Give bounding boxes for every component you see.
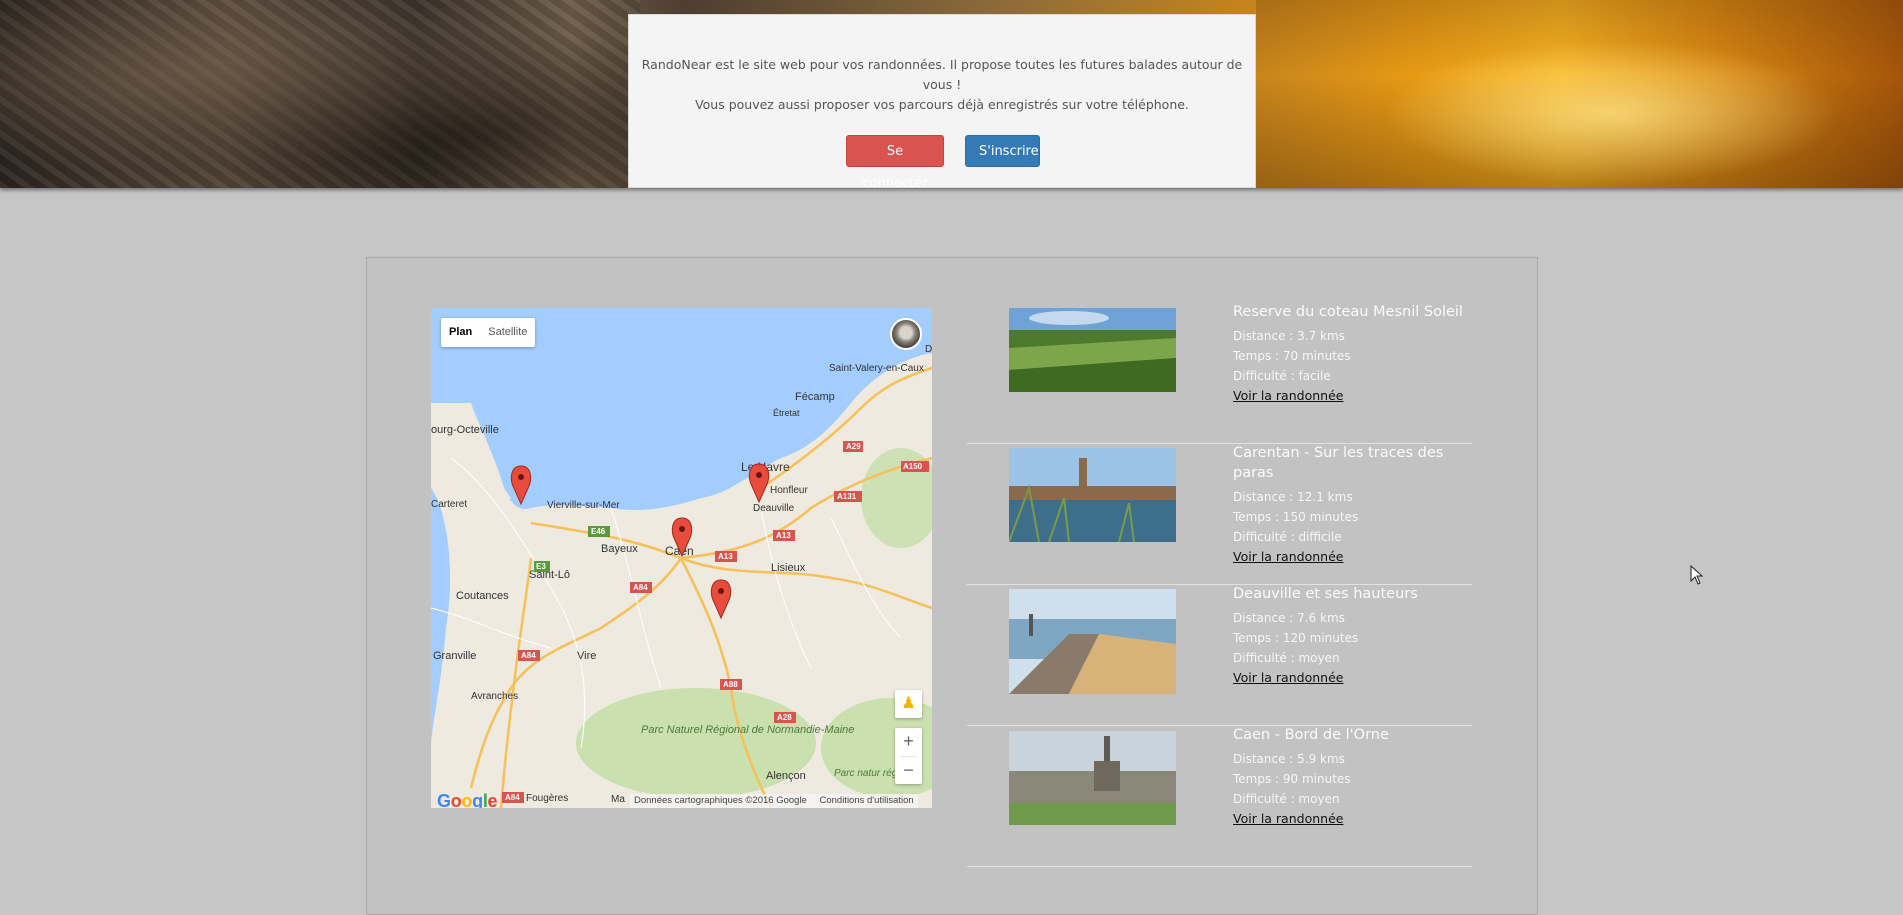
road-shield: A84	[521, 651, 536, 660]
map-label: D	[925, 344, 932, 355]
map-label: ourg-Octeville	[431, 424, 499, 436]
map-data-credit: Données cartographiques ©2016 Google	[634, 795, 807, 806]
hike-photo-image	[1009, 589, 1176, 694]
road-shield: A84	[505, 793, 520, 802]
google-logo[interactable]: Google	[437, 791, 498, 808]
map-label: Étretat	[773, 408, 800, 418]
map-label: Granville	[433, 650, 476, 662]
zoom-out-button[interactable]: −	[895, 757, 922, 785]
hike-time: Temps : 120 minutes	[1233, 631, 1359, 645]
hike-difficulty: Difficulté : facile	[1233, 369, 1331, 383]
list-item: Carentan - Sur les traces des paras Dist…	[967, 443, 1472, 585]
map-label: Coutances	[456, 590, 509, 602]
hike-photo-image	[1009, 308, 1176, 392]
hike-difficulty: Difficulté : moyen	[1233, 792, 1340, 806]
road-shield: A131	[837, 492, 857, 501]
header-banner: RandoNear est le site web pour vos rando…	[0, 0, 1903, 188]
road-shield: A13	[718, 552, 733, 561]
map-label: Fougères	[526, 793, 568, 804]
intro-box: RandoNear est le site web pour vos rando…	[628, 14, 1256, 188]
list-item: Reserve du coteau Mesnil Soleil Distance…	[967, 302, 1472, 444]
map-marker[interactable]	[710, 579, 732, 620]
hike-info: Deauville et ses hauteurs Distance : 7.6…	[1233, 584, 1418, 688]
map-marker[interactable]	[748, 463, 770, 504]
map-label: Honfleur	[770, 485, 808, 496]
road-shield: A150	[903, 462, 923, 471]
hike-photo[interactable]	[1009, 308, 1176, 392]
hike-time: Temps : 90 minutes	[1233, 772, 1351, 786]
map-label: Carteret	[431, 499, 467, 510]
map-type-satellite[interactable]: Satellite	[480, 318, 535, 347]
road-shield: E3	[536, 562, 546, 571]
hike-link[interactable]: Voir la randonnée	[1233, 668, 1418, 688]
hike-info: Caen - Bord de l'Orne Distance : 5.9 kms…	[1233, 725, 1389, 829]
hike-photo[interactable]	[1009, 731, 1176, 825]
hike-title: Caen - Bord de l'Orne	[1233, 727, 1389, 743]
hike-distance: Distance : 12.1 kms	[1233, 490, 1353, 504]
signup-button[interactable]: S'inscrire	[965, 135, 1040, 167]
map-label: Fécamp	[795, 391, 835, 403]
hike-photo[interactable]	[1009, 448, 1176, 542]
map-label: Vire	[577, 650, 596, 662]
map-label: Saint-Valery-en-Caux	[829, 363, 924, 374]
map-label: Alençon	[766, 770, 806, 782]
map-canvas[interactable]: Saint-Valery-en-Caux Fécamp Étretat ourg…	[431, 308, 932, 808]
intro-text: RandoNear est le site web pour vos rando…	[629, 55, 1255, 115]
list-item: Caen - Bord de l'Orne Distance : 5.9 kms…	[967, 725, 1472, 867]
intro-line-1: RandoNear est le site web pour vos rando…	[641, 57, 1243, 92]
avatar[interactable]	[890, 318, 922, 350]
map-terms-link[interactable]: Conditions d'utilisation	[819, 795, 913, 806]
hike-difficulty: Difficulté : difficile	[1233, 530, 1342, 544]
zoom-control: + −	[895, 728, 922, 784]
zoom-in-button[interactable]: +	[895, 728, 922, 756]
hike-distance: Distance : 5.9 kms	[1233, 752, 1345, 766]
hike-time: Temps : 70 minutes	[1233, 349, 1351, 363]
hike-title: Carentan - Sur les traces des paras	[1233, 445, 1444, 481]
hike-time: Temps : 150 minutes	[1233, 510, 1359, 524]
hike-photo[interactable]	[1009, 589, 1176, 694]
road-shield: A88	[723, 680, 738, 689]
map-label: Parc Naturel Régional de Normandie-Maine	[641, 724, 854, 736]
map-label: Vierville-sur-Mer	[547, 500, 620, 511]
map-label: Bayeux	[601, 543, 638, 555]
map-type-plan[interactable]: Plan	[441, 318, 480, 347]
map[interactable]: Saint-Valery-en-Caux Fécamp Étretat ourg…	[431, 308, 932, 808]
mouse-cursor-icon	[1690, 565, 1704, 585]
road-shield: E46	[591, 527, 606, 536]
map-label: Avranches	[471, 691, 518, 702]
hike-difficulty: Difficulté : moyen	[1233, 651, 1340, 665]
hike-distance: Distance : 7.6 kms	[1233, 611, 1345, 625]
hike-info: Carentan - Sur les traces des paras Dist…	[1233, 443, 1472, 567]
hike-title: Deauville et ses hauteurs	[1233, 586, 1418, 602]
road-shield: A13	[776, 531, 791, 540]
hike-info: Reserve du coteau Mesnil Soleil Distance…	[1233, 302, 1463, 406]
login-button[interactable]: Se connecter	[846, 135, 944, 188]
hike-link[interactable]: Voir la randonnée	[1233, 386, 1463, 406]
map-label: Ma	[611, 794, 625, 805]
hike-photo-image	[1009, 448, 1176, 542]
hike-title: Reserve du coteau Mesnil Soleil	[1233, 304, 1463, 320]
hike-distance: Distance : 3.7 kms	[1233, 329, 1345, 343]
hike-link[interactable]: Voir la randonnée	[1233, 809, 1389, 829]
pegman-icon[interactable]: ♟	[895, 690, 922, 718]
list-item: Deauville et ses hauteurs Distance : 7.6…	[967, 584, 1472, 726]
map-label: Deauville	[753, 503, 795, 514]
map-label: Lisieux	[771, 562, 806, 574]
intro-line-2: Vous pouvez aussi proposer vos parcours …	[695, 97, 1189, 112]
map-type-control: Plan Satellite	[441, 318, 536, 347]
map-footer: Données cartographiques ©2016 Google Con…	[630, 794, 918, 808]
hike-link[interactable]: Voir la randonnée	[1233, 547, 1472, 567]
road-shield: A29	[846, 442, 861, 451]
road-shield: A28	[777, 713, 792, 722]
hike-photo-image	[1009, 731, 1176, 825]
road-shield: A84	[633, 583, 648, 592]
